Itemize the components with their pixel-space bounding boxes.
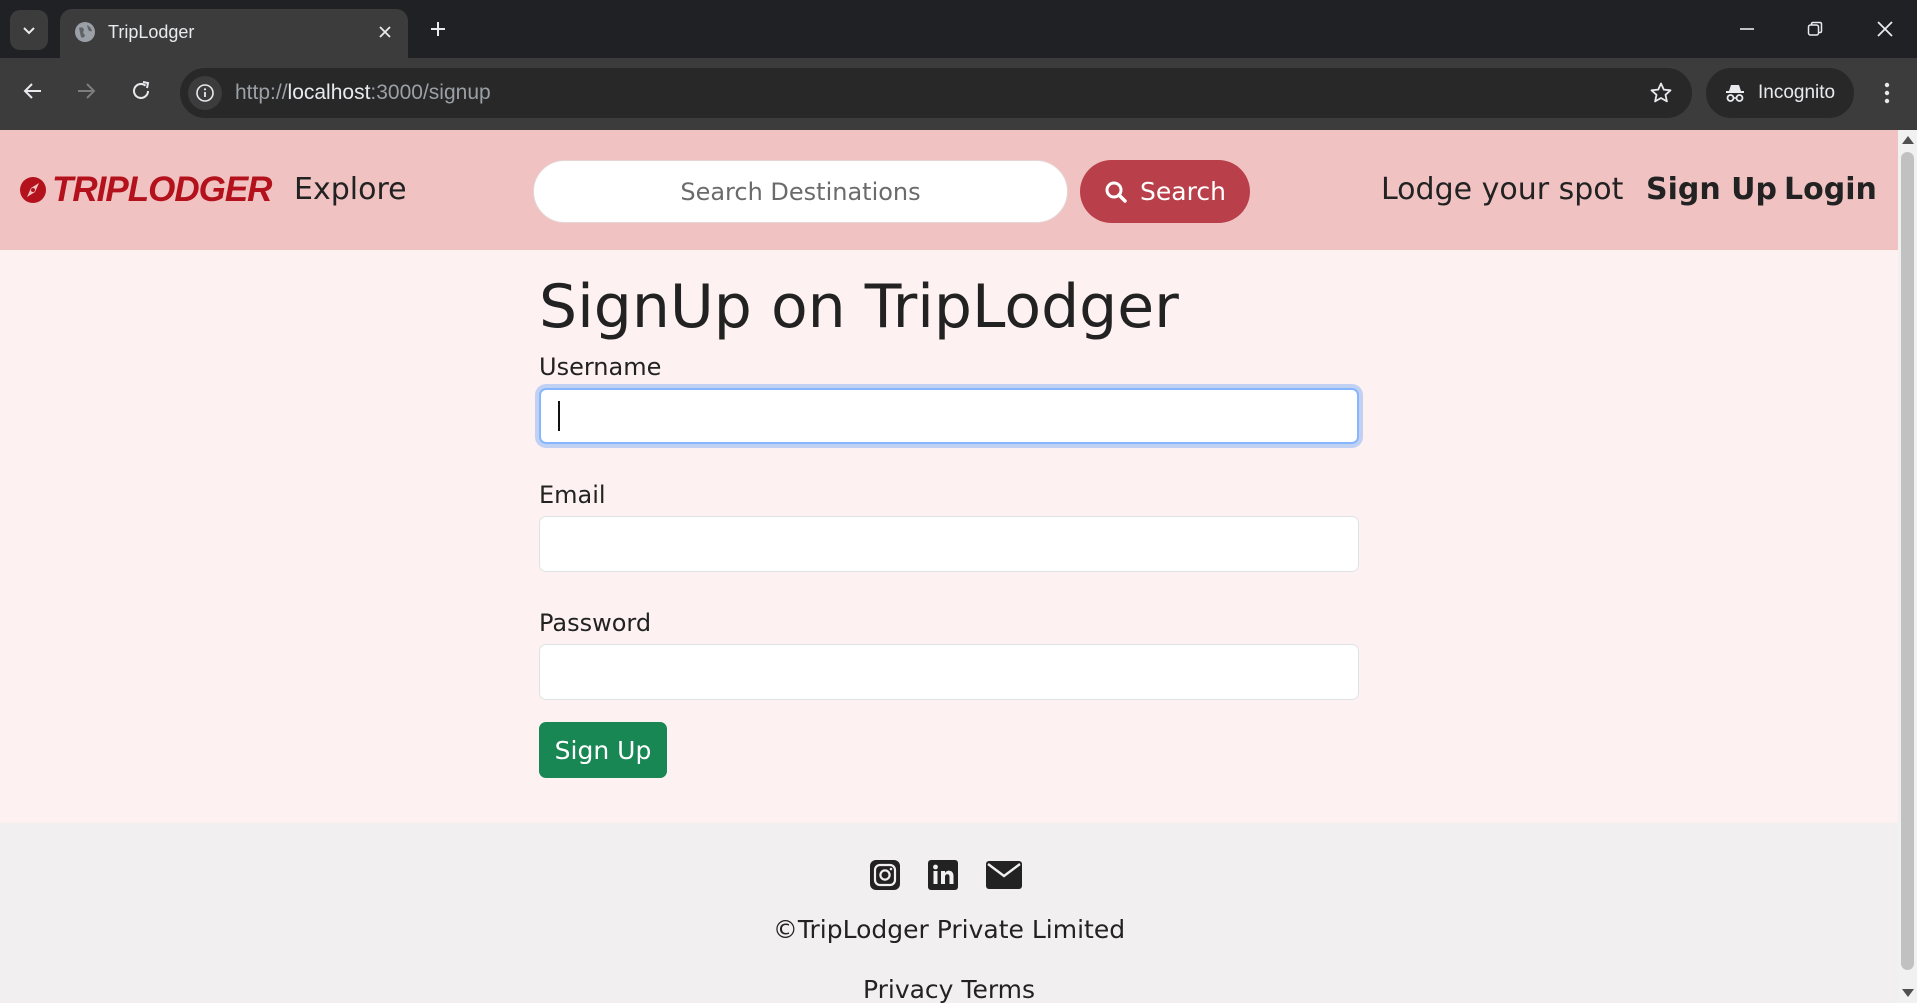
incognito-icon bbox=[1726, 85, 1744, 102]
close-window-button[interactable] bbox=[1863, 8, 1907, 50]
linkedin-icon[interactable] bbox=[926, 858, 960, 896]
page-scrollbar[interactable] bbox=[1898, 130, 1917, 1003]
arrow-right-icon bbox=[78, 83, 96, 99]
brand-logo[interactable]: TRIPLODGER bbox=[18, 170, 272, 210]
reload-button[interactable] bbox=[122, 72, 160, 110]
browser-toolbar: http://localhost:3000/signup Incognito bbox=[0, 58, 1917, 130]
username-label: Username bbox=[539, 353, 662, 381]
minimize-icon bbox=[1740, 28, 1754, 30]
browser-tab-bar: TripLodger bbox=[0, 0, 1917, 58]
restore-icon bbox=[1807, 21, 1823, 36]
incognito-indicator[interactable]: Incognito bbox=[1706, 68, 1854, 118]
text-cursor bbox=[558, 401, 560, 431]
brand-name: TRIPLODGER bbox=[52, 170, 272, 209]
address-bar[interactable]: http://localhost:3000/signup bbox=[180, 68, 1692, 118]
star-icon bbox=[1650, 82, 1672, 103]
search-button[interactable]: Search bbox=[1080, 160, 1250, 223]
compass-icon bbox=[20, 177, 46, 203]
copyright-text: ©TripLodger Private Limited bbox=[772, 915, 1126, 944]
tab-title: TripLodger bbox=[108, 22, 195, 42]
tab-list-button[interactable] bbox=[10, 10, 48, 50]
search-input[interactable] bbox=[533, 160, 1068, 223]
browser-menu-button[interactable] bbox=[1872, 74, 1902, 112]
scroll-down-arrow[interactable] bbox=[1902, 989, 1914, 997]
close-icon bbox=[379, 26, 391, 38]
page-viewport: TRIPLODGER Explore Search Lodge your spo… bbox=[0, 130, 1898, 1003]
arrow-left-icon bbox=[23, 83, 41, 99]
page-title: SignUp on TripLodger bbox=[539, 272, 1179, 342]
reload-icon bbox=[133, 81, 150, 99]
site-info-button[interactable] bbox=[188, 76, 222, 110]
explore-link[interactable]: Explore bbox=[294, 170, 407, 210]
new-tab-button[interactable] bbox=[422, 13, 454, 45]
signup-form: SignUp on TripLodger Username Email Pass… bbox=[539, 272, 1359, 778]
envelope-icon[interactable] bbox=[984, 859, 1024, 895]
tab-close-button[interactable] bbox=[372, 19, 398, 45]
lodge-your-spot-link[interactable]: Lodge your spot bbox=[1381, 170, 1623, 210]
social-links bbox=[868, 858, 1024, 896]
instagram-icon[interactable] bbox=[868, 858, 902, 896]
site-navbar: TRIPLODGER Explore Search Lodge your spo… bbox=[0, 130, 1898, 250]
more-vert-icon bbox=[1884, 82, 1890, 104]
restore-button[interactable] bbox=[1793, 8, 1837, 50]
scroll-up-arrow[interactable] bbox=[1902, 136, 1914, 144]
email-label: Email bbox=[539, 481, 606, 509]
password-field[interactable] bbox=[539, 644, 1359, 700]
chevron-down-icon bbox=[23, 27, 35, 35]
browser-tab[interactable]: TripLodger bbox=[60, 9, 408, 58]
email-field[interactable] bbox=[539, 516, 1359, 572]
incognito-label: Incognito bbox=[1758, 82, 1836, 103]
password-label: Password bbox=[539, 609, 652, 637]
site-footer: ©TripLodger Private Limited Privacy Term… bbox=[0, 823, 1898, 1003]
forward-button[interactable] bbox=[67, 72, 105, 110]
signup-submit-button[interactable]: Sign Up bbox=[539, 722, 667, 778]
footer-links[interactable]: Privacy Terms bbox=[0, 973, 1898, 1003]
info-icon bbox=[196, 84, 214, 102]
username-field[interactable] bbox=[539, 388, 1359, 444]
minimize-button[interactable] bbox=[1725, 8, 1769, 50]
close-icon bbox=[1877, 21, 1893, 37]
back-button[interactable] bbox=[14, 72, 52, 110]
signup-nav-link[interactable]: Sign Up bbox=[1646, 170, 1777, 210]
scroll-thumb[interactable] bbox=[1901, 152, 1914, 970]
search-icon bbox=[1105, 181, 1127, 203]
plus-icon bbox=[431, 22, 445, 36]
globe-icon bbox=[75, 22, 95, 42]
bookmark-button[interactable] bbox=[1646, 78, 1676, 108]
login-nav-link[interactable]: Login bbox=[1784, 170, 1877, 210]
url-text: http://localhost:3000/signup bbox=[235, 81, 491, 104]
search-button-label: Search bbox=[1140, 177, 1226, 206]
